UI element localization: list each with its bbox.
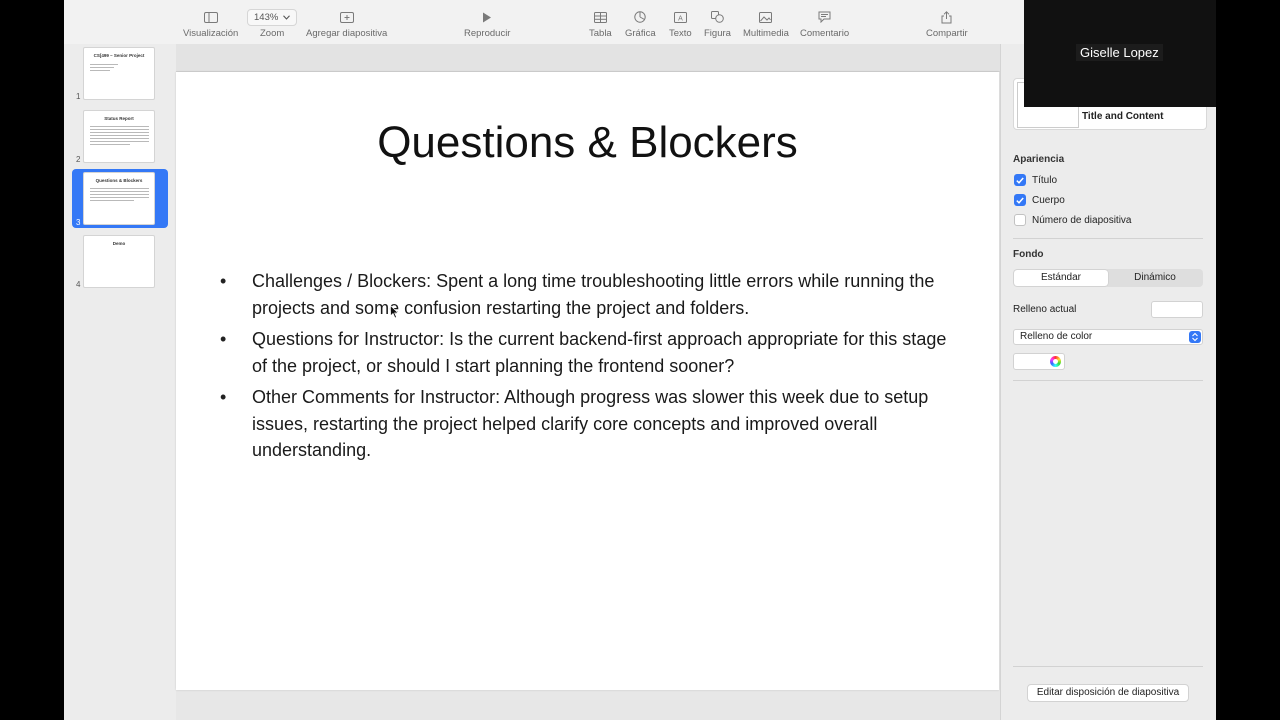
add-slide-icon	[339, 8, 354, 26]
bullet-item[interactable]: Challenges / Blockers: Spent a long time…	[220, 268, 960, 321]
zoom-select[interactable]: 143%	[247, 8, 298, 26]
slide-preview-title: Status Report	[104, 116, 134, 121]
appearance-heading: Apariencia	[1013, 154, 1065, 165]
divider	[1013, 666, 1203, 667]
sidebar-icon	[203, 8, 218, 26]
video-call-tile: Giselle Lopez	[1024, 0, 1216, 107]
shape-label: Figura	[704, 28, 731, 39]
divider	[1013, 380, 1203, 381]
keynote-window: Visualización 143% Zoom Agregar diaposit…	[64, 0, 1216, 720]
chart-label: Gráfica	[625, 28, 656, 39]
layout-name: Title and Content	[1082, 111, 1164, 122]
add-slide-label: Agregar diapositiva	[306, 28, 388, 39]
slide-number: 1	[76, 92, 81, 101]
play-label: Reproducir	[464, 28, 511, 39]
zoom-value: 143%	[254, 11, 279, 23]
fill-type-select[interactable]: Relleno de color	[1013, 329, 1203, 345]
view-button[interactable]: Visualización	[183, 8, 238, 39]
table-icon	[593, 8, 607, 26]
checkbox-unchecked-icon[interactable]	[1014, 214, 1026, 226]
table-button[interactable]: Tabla	[589, 8, 612, 39]
slide-number-checkbox-row[interactable]: Número de diapositiva	[1014, 214, 1132, 226]
zoom-label: Zoom	[260, 28, 285, 39]
share-label: Compartir	[926, 28, 968, 39]
participant-name: Giselle Lopez	[1076, 44, 1163, 61]
screen: Visualización 143% Zoom Agregar diaposit…	[0, 0, 1280, 720]
shape-button[interactable]: Figura	[704, 8, 731, 39]
current-fill-swatch[interactable]	[1151, 301, 1203, 318]
current-fill-label: Relleno actual	[1013, 304, 1077, 315]
table-label: Tabla	[589, 28, 612, 39]
add-slide-button[interactable]: Agregar diapositiva	[306, 8, 387, 39]
share-icon	[941, 8, 952, 26]
tab-dynamic[interactable]: Dinámico	[1108, 270, 1202, 286]
play-button[interactable]: Reproducir	[464, 8, 510, 39]
view-label: Visualización	[183, 28, 239, 39]
comment-icon	[818, 8, 831, 26]
chevron-down-icon	[283, 14, 291, 20]
body-checkbox-label: Cuerpo	[1032, 194, 1065, 206]
comment-button[interactable]: Comentario	[800, 8, 849, 39]
play-icon	[482, 8, 492, 26]
svg-text:A: A	[678, 15, 683, 22]
image-icon	[759, 8, 773, 26]
slide-preview: CS[499 – Senior Project	[83, 47, 155, 100]
text-box-icon: A	[673, 8, 687, 26]
slide-title[interactable]: Questions & Blockers	[176, 118, 999, 168]
body-checkbox-row[interactable]: Cuerpo	[1014, 194, 1065, 206]
share-button[interactable]: Compartir	[926, 8, 968, 39]
slide-number: 2	[76, 155, 81, 164]
slide-number-checkbox-label: Número de diapositiva	[1032, 214, 1132, 226]
bullet-item[interactable]: Questions for Instructor: Is the current…	[220, 326, 960, 379]
popup-arrows-icon	[1189, 331, 1201, 343]
divider	[1013, 238, 1203, 239]
checkbox-checked-icon[interactable]	[1014, 194, 1026, 206]
slide-number: 3	[76, 218, 81, 227]
slide-body[interactable]: Challenges / Blockers: Spent a long time…	[220, 268, 960, 469]
slide-preview-title: CS[499 – Senior Project	[93, 53, 145, 58]
title-checkbox-row[interactable]: Título	[1014, 174, 1057, 186]
edit-slide-layout-button[interactable]: Editar disposición de diapositiva	[1027, 684, 1189, 702]
text-button[interactable]: A Texto	[669, 8, 692, 39]
title-checkbox-label: Título	[1032, 174, 1058, 186]
shape-icon	[710, 8, 724, 26]
media-label: Multimedia	[743, 28, 789, 39]
slide-preview: Demo	[83, 235, 155, 288]
slide-canvas: Questions & Blockers Challenges / Blocke…	[176, 44, 1000, 720]
slide-preview: Status Report	[83, 110, 155, 163]
mouse-pointer-icon	[390, 305, 400, 319]
color-wheel-icon[interactable]	[1050, 356, 1061, 367]
chart-icon	[634, 8, 647, 26]
slide[interactable]: Questions & Blockers Challenges / Blocke…	[176, 72, 999, 690]
checkbox-checked-icon[interactable]	[1014, 174, 1026, 186]
fill-type-value: Relleno de color	[1020, 331, 1093, 342]
slide-preview: Questions & Blockers	[83, 172, 155, 225]
slide-preview-title: Demo	[112, 241, 126, 246]
canvas-top-strip	[176, 44, 1000, 72]
color-well[interactable]	[1013, 353, 1065, 370]
bullet-item[interactable]: Other Comments for Instructor: Although …	[220, 384, 960, 464]
tab-standard[interactable]: Estándar	[1014, 270, 1108, 286]
slide-preview-title: Questions & Blockers	[95, 178, 143, 183]
text-label: Texto	[669, 28, 692, 39]
comment-label: Comentario	[800, 28, 850, 39]
zoom-control[interactable]: 143% Zoom	[247, 8, 298, 39]
slide-navigator: 1 CS[499 – Senior Project 2 Status Repor…	[64, 44, 176, 720]
background-heading: Fondo	[1013, 249, 1044, 260]
media-button[interactable]: Multimedia	[743, 8, 789, 39]
chart-button[interactable]: Gráfica	[625, 8, 656, 39]
slide-number: 4	[76, 280, 81, 289]
background-mode-segmented-control: Estándar Dinámico	[1013, 269, 1203, 287]
format-inspector: Title and Content Apariencia Título Cuer…	[1000, 44, 1216, 720]
